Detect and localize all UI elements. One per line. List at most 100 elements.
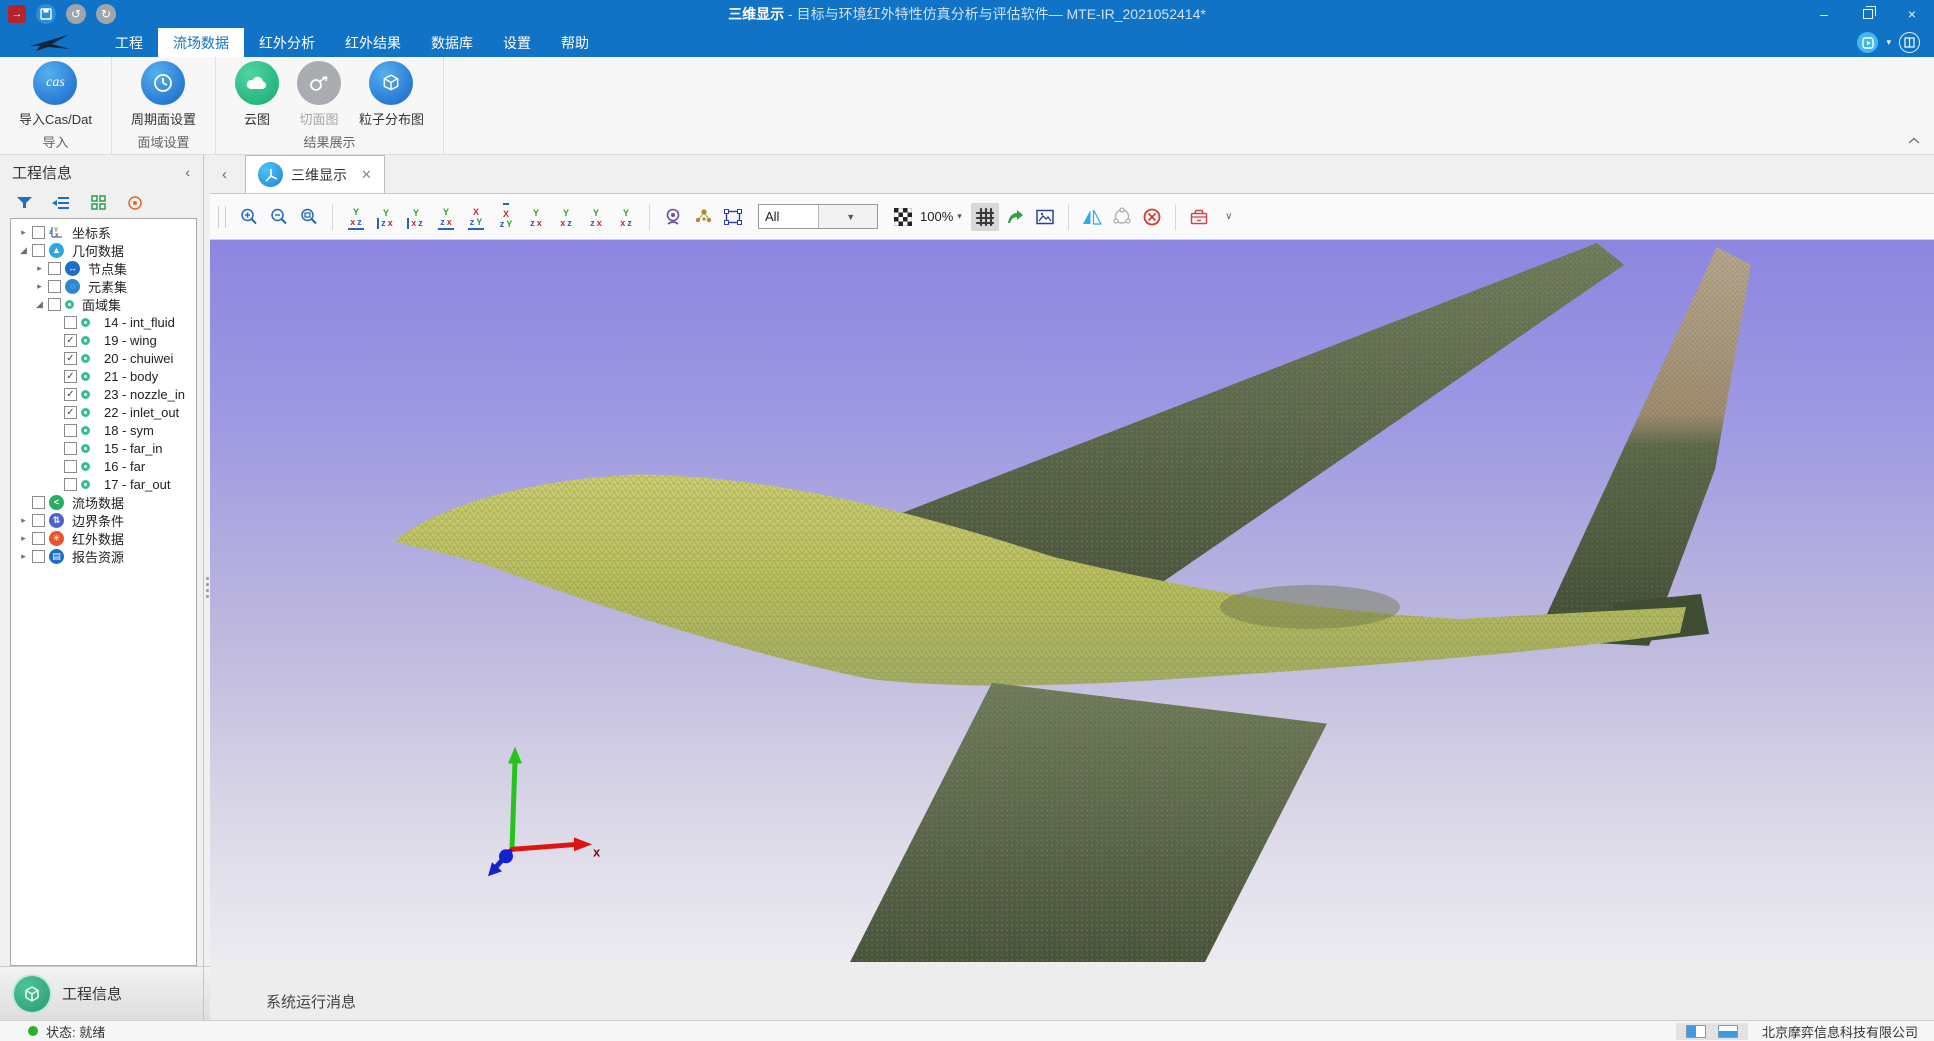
contour-button[interactable]: 云图 (228, 61, 286, 128)
tab-close-icon[interactable]: ✕ (361, 167, 372, 183)
checkbox[interactable] (48, 298, 61, 311)
view-bottom-icon[interactable]: XzY (492, 203, 520, 231)
help-book-icon[interactable] (1899, 32, 1920, 53)
menu-help[interactable]: 帮助 (546, 28, 604, 57)
tree-face-body[interactable]: ✓21 - body (11, 367, 196, 385)
tree-face-int-fluid[interactable]: 14 - int_fluid (11, 313, 196, 331)
project-info-footer[interactable]: 工程信息 (0, 966, 210, 1020)
view-front-icon[interactable]: Yxz (342, 203, 370, 231)
checkbox[interactable] (64, 460, 77, 473)
layout-bottom-icon[interactable] (1718, 1025, 1738, 1038)
view-back-icon[interactable]: Yzx (372, 203, 400, 231)
tree-boundary-conditions[interactable]: ▸⇅边界条件 (11, 511, 196, 529)
tree-face-sym[interactable]: 18 - sym (11, 421, 196, 439)
checkbox[interactable] (32, 244, 45, 257)
view-right-icon[interactable]: Yzx (432, 203, 460, 231)
zoom-out-icon[interactable] (265, 203, 293, 231)
menu-ir-analysis[interactable]: 红外分析 (244, 28, 330, 57)
tab-scroll-left-icon[interactable]: ‹ (222, 166, 227, 183)
menu-database[interactable]: 数据库 (416, 28, 488, 57)
toolbar-grip[interactable] (218, 206, 226, 228)
cloud-outline-icon[interactable] (1108, 203, 1136, 231)
checkbox[interactable] (32, 514, 45, 527)
checkbox[interactable] (64, 424, 77, 437)
expander-icon[interactable]: ▸ (17, 551, 30, 562)
save-icon[interactable] (36, 4, 56, 24)
snapshot-icon[interactable] (1031, 203, 1059, 231)
tree-flow-data[interactable]: <流场数据 (11, 493, 196, 511)
layout-left-icon[interactable] (1686, 1025, 1706, 1038)
view-iso-2-icon[interactable]: Yxz (552, 203, 580, 231)
import-cas-dat-button[interactable]: cas导入Cas/Dat (12, 61, 99, 128)
tree-face-chuiwei[interactable]: ✓20 - chuiwei (11, 349, 196, 367)
checkbox[interactable] (64, 316, 77, 329)
zoom-level-dropdown[interactable]: 100%▾ (920, 209, 962, 224)
undo-icon[interactable]: ↺ (66, 4, 86, 24)
checkbox[interactable] (32, 532, 45, 545)
tree-node-set[interactable]: ▸↔节点集 (11, 259, 196, 277)
checkbox[interactable] (32, 496, 45, 509)
tree-face-inlet-out[interactable]: ✓22 - inlet_out (11, 403, 196, 421)
tree-element-set[interactable]: ▸◌元素集 (11, 277, 196, 295)
combo-arrow-icon[interactable]: ▼ (818, 205, 878, 228)
app-badge-icon[interactable]: → (8, 5, 26, 23)
expander-icon[interactable]: ▸ (17, 227, 30, 238)
remove-icon[interactable] (1138, 203, 1166, 231)
expander-icon[interactable]: ▸ (33, 263, 46, 274)
tree-coordinate-system[interactable]: ▸Yxz坐标系 (11, 223, 196, 241)
mirror-icon[interactable] (1078, 203, 1106, 231)
save-view-icon[interactable] (1185, 203, 1213, 231)
view-iso-1-icon[interactable]: Yzx (522, 203, 550, 231)
expander-icon[interactable]: ▸ (17, 515, 30, 526)
opacity-checker-icon[interactable] (889, 203, 917, 231)
box-select-icon[interactable] (719, 203, 747, 231)
maximize-button[interactable] (1846, 0, 1890, 28)
tree-face-far-in[interactable]: 15 - far_in (11, 439, 196, 457)
filter-icon[interactable] (14, 193, 34, 213)
checkbox[interactable] (48, 262, 61, 275)
checkbox[interactable] (64, 478, 77, 491)
viewport-3d[interactable]: x (210, 239, 1934, 962)
minimize-button[interactable]: – (1802, 0, 1846, 28)
checkbox[interactable] (48, 280, 61, 293)
redo-icon[interactable]: ↻ (96, 4, 116, 24)
periodic-surface-button[interactable]: 周期面设置 (124, 61, 203, 128)
view-top-icon[interactable]: XzY (462, 203, 490, 231)
panel-splitter[interactable] (203, 155, 210, 1020)
zoom-in-icon[interactable] (235, 203, 263, 231)
menu-flow-data[interactable]: 流场数据 (158, 28, 244, 57)
tree-face-far-out[interactable]: 17 - far_out (11, 475, 196, 493)
tree-face-nozzle-in[interactable]: ✓23 - nozzle_in (11, 385, 196, 403)
view-iso-3-icon[interactable]: Yzx (582, 203, 610, 231)
zoom-fit-icon[interactable] (295, 203, 323, 231)
dropdown-caret-icon[interactable]: ▾ (1886, 37, 1891, 48)
tab-3d-view[interactable]: 三维显示 ✕ (245, 155, 385, 193)
tree-face-wing[interactable]: ✓19 - wing (11, 331, 196, 349)
camera-icon[interactable] (659, 203, 687, 231)
menu-settings[interactable]: 设置 (488, 28, 546, 57)
expander-icon[interactable]: ▸ (17, 533, 30, 544)
close-button[interactable]: × (1890, 0, 1934, 28)
outline-list-icon[interactable] (51, 193, 71, 213)
panel-collapse-icon[interactable]: ‹ (185, 164, 190, 180)
tree-face-set[interactable]: ◢面域集 (11, 295, 196, 313)
checkbox[interactable]: ✓ (64, 334, 77, 347)
checkbox[interactable]: ✓ (64, 370, 77, 383)
display-filter-select[interactable]: All▼ (758, 204, 878, 229)
particles-icon[interactable] (689, 203, 717, 231)
menu-ir-results[interactable]: 红外结果 (330, 28, 416, 57)
checkbox[interactable] (64, 442, 77, 455)
checkbox[interactable] (32, 550, 45, 563)
tree-geometry-data[interactable]: ◢▲几何数据 (11, 241, 196, 259)
tree-face-far[interactable]: 16 - far (11, 457, 196, 475)
export-arrow-icon[interactable] (1001, 203, 1029, 231)
expander-icon[interactable]: ▸ (33, 281, 46, 292)
locate-target-icon[interactable] (125, 193, 145, 213)
tree-infrared-data[interactable]: ▸✳红外数据 (11, 529, 196, 547)
particle-distribution-button[interactable]: 粒子分布图 (352, 61, 431, 128)
view-iso-4-icon[interactable]: Yxz (612, 203, 640, 231)
grid-toggle-icon[interactable] (971, 203, 999, 231)
checkbox[interactable]: ✓ (64, 388, 77, 401)
grid-view-icon[interactable] (88, 193, 108, 213)
system-message-panel[interactable]: 系统运行消息 (210, 962, 1934, 1020)
